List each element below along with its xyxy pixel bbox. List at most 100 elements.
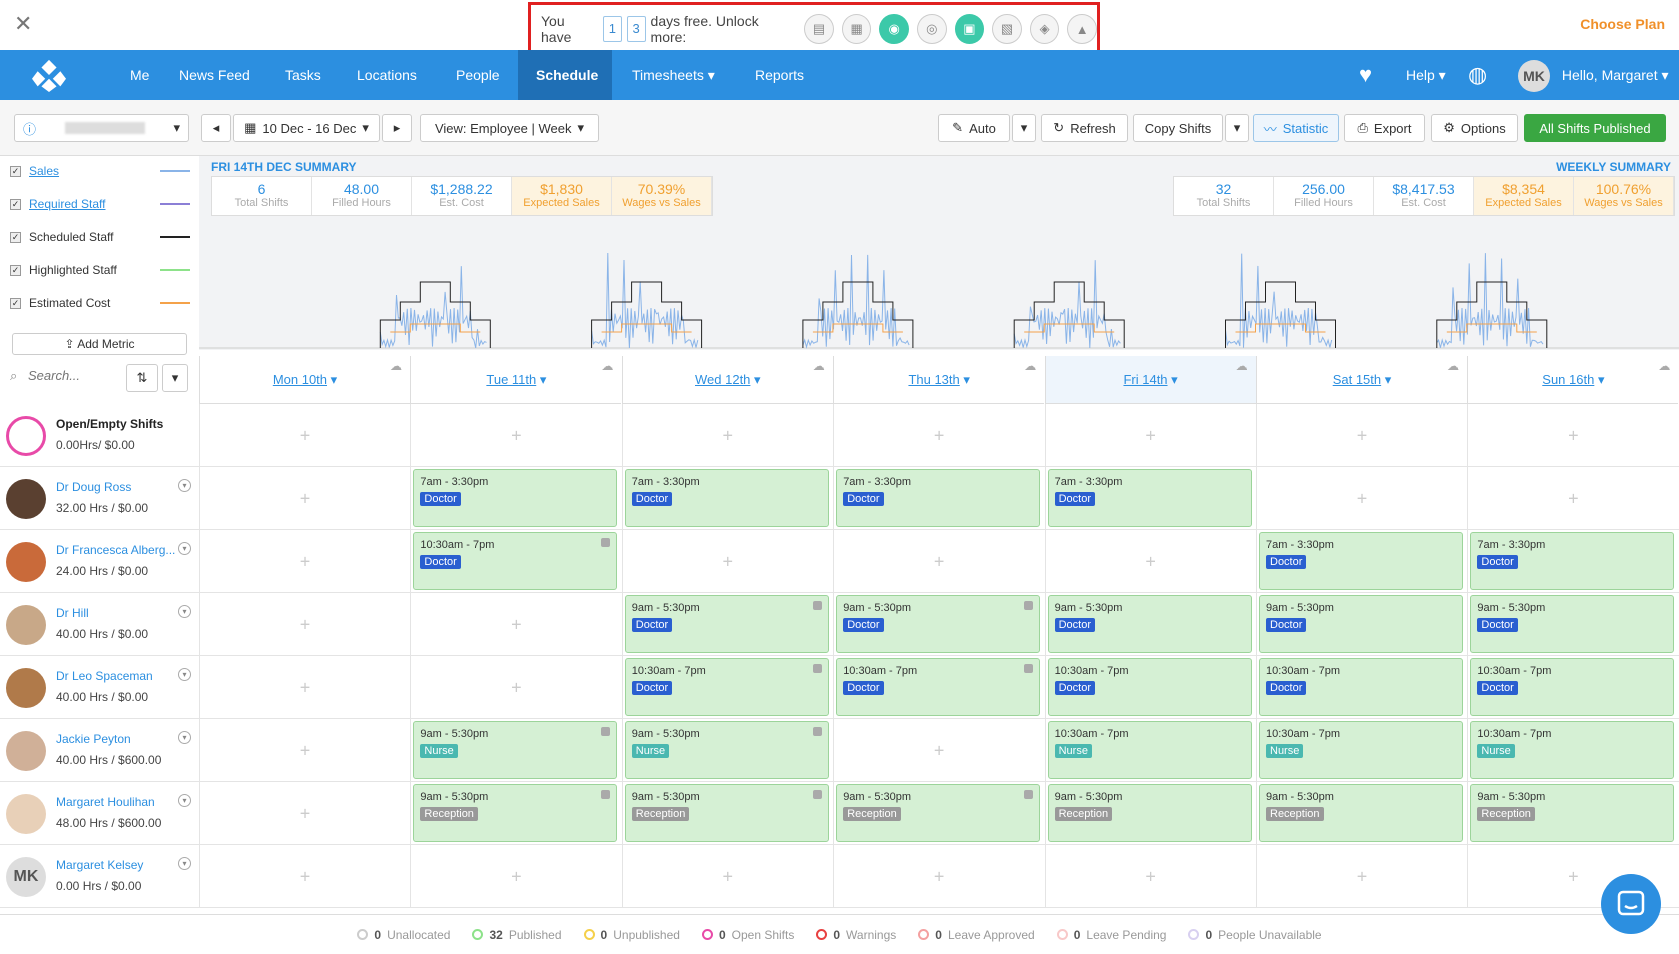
day-cell[interactable]: + [1044,530,1256,593]
gift-icon[interactable]: ▤ [804,14,834,44]
add-shift-icon[interactable]: + [511,677,522,698]
shift-block[interactable]: 9am - 5:30pm Reception [1470,784,1675,842]
thumbs-up-icon[interactable]: ▲ [1067,14,1097,44]
chevron-down-icon[interactable]: ▾ [178,794,191,807]
day-cell[interactable]: + [833,404,1044,467]
chevron-down-icon[interactable]: ▾ [178,479,191,492]
employee-name[interactable]: Dr Doug Ross [56,480,181,494]
shift-block[interactable]: 7am - 3:30pm Doctor [1470,532,1675,590]
checkbox-icon[interactable]: ✓ [10,231,21,243]
checkbox-icon[interactable]: ✓ [10,198,21,210]
employee-name[interactable]: Dr Francesca Alberg... [56,543,181,557]
day-cell[interactable]: 7am - 3:30pm Doctor [621,467,833,530]
day-cell[interactable]: + [833,845,1044,908]
nav-reports[interactable]: Reports [737,50,822,100]
add-shift-icon[interactable]: + [1145,866,1156,887]
day-header-link[interactable]: Thu 13th [908,372,959,387]
shift-block[interactable]: 9am - 5:30pm Nurse [624,721,829,779]
day-cell[interactable]: 9am - 5:30pm Doctor [833,593,1044,656]
add-shift-icon[interactable]: + [1357,866,1368,887]
chat-feature-icon[interactable]: ◉ [879,14,910,44]
app-logo-icon[interactable] [30,58,68,92]
shift-block[interactable]: 9am - 5:30pm Reception [1259,784,1463,842]
chevron-down-icon[interactable]: ▾ [178,605,191,618]
add-shift-icon[interactable]: + [1357,488,1368,509]
shift-block[interactable]: 10:30am - 7pm Nurse [1470,721,1675,779]
day-cell[interactable]: 10:30am - 7pm Doctor [1256,656,1467,719]
newsfeed-icon[interactable]: ▦ [841,14,872,44]
nav-news-feed[interactable]: News Feed [161,50,268,100]
day-cell[interactable]: 9am - 5:30pm Reception [410,782,621,845]
day-cell[interactable]: 10:30am - 7pm Doctor [1044,656,1256,719]
shift-block[interactable]: 9am - 5:30pm Doctor [1470,595,1675,653]
day-cell[interactable]: + [621,530,833,593]
day-cell[interactable]: 9am - 5:30pm Reception [1044,782,1256,845]
employee-name[interactable]: Jackie Peyton [56,732,181,746]
day-cell[interactable]: 10:30am - 7pm Nurse [1044,719,1256,782]
add-shift-icon[interactable]: + [300,803,311,824]
day-cell[interactable]: 7am - 3:30pm Doctor [1256,530,1467,593]
shift-block[interactable]: 10:30am - 7pm Doctor [1047,658,1252,716]
day-cell[interactable]: + [1044,845,1256,908]
day-cell[interactable]: + [199,530,410,593]
options-button[interactable]: ⚙ Options [1431,114,1518,142]
sort-button[interactable]: ⇅ [126,364,158,392]
metric-label[interactable]: Sales [29,164,152,178]
user-menu[interactable]: MK Hello, Margaret ▾ [1518,50,1669,100]
day-cell[interactable]: + [1044,404,1256,467]
shift-block[interactable]: 7am - 3:30pm Doctor [1259,532,1463,590]
shift-block[interactable]: 9am - 5:30pm Doctor [836,595,1041,653]
day-cell[interactable]: 9am - 5:30pm Reception [833,782,1044,845]
day-header-link[interactable]: Sat 15th [1333,372,1381,387]
shift-block[interactable]: 7am - 3:30pm Doctor [624,469,829,527]
chevron-down-icon[interactable]: ▾ [178,668,191,681]
day-header[interactable]: Sat 15th ▾ ☁ [1256,356,1467,404]
add-shift-icon[interactable]: + [511,425,522,446]
day-cell[interactable]: 9am - 5:30pm Nurse [621,719,833,782]
day-cell[interactable]: 9am - 5:30pm Reception [1256,782,1467,845]
add-shift-icon[interactable]: + [1357,425,1368,446]
day-header[interactable]: Thu 13th ▾ ☁ [833,356,1045,404]
location-select[interactable]: ⓘ ▾ [14,114,189,142]
statistic-button[interactable]: 〰 Statistic [1253,114,1339,142]
shift-block[interactable]: 10:30am - 7pm Nurse [1047,721,1252,779]
day-cell[interactable]: 7am - 3:30pm Doctor [410,467,621,530]
day-header[interactable]: Fri 14th ▾ ☁ [1044,356,1256,404]
shift-block[interactable]: 10:30am - 7pm Doctor [1259,658,1463,716]
shift-block[interactable]: 9am - 5:30pm Doctor [1047,595,1252,653]
day-cell[interactable]: + [1467,467,1678,530]
view-select[interactable]: View: Employee | Week ▾ [420,114,599,142]
day-header-link[interactable]: Sun 16th [1542,372,1594,387]
add-shift-icon[interactable]: + [300,614,311,635]
day-header[interactable]: Tue 11th ▾ ☁ [410,356,622,404]
shift-block[interactable]: 10:30am - 7pm Doctor [413,532,618,590]
chevron-down-icon[interactable]: ▾ [178,731,191,744]
metric-row[interactable]: ✓ Sales [10,164,190,178]
shift-block[interactable]: 9am - 5:30pm Reception [836,784,1041,842]
day-cell[interactable]: 9am - 5:30pm Doctor [1256,593,1467,656]
copy-dropdown-button[interactable]: ▾ [1225,114,1249,142]
day-cell[interactable]: + [1256,467,1467,530]
shift-block[interactable]: 9am - 5:30pm Doctor [1259,595,1463,653]
day-cell[interactable]: + [199,719,410,782]
checkbox-icon[interactable]: ✓ [10,165,21,177]
day-cell[interactable]: + [199,782,410,845]
shift-block[interactable]: 10:30am - 7pm Doctor [836,658,1041,716]
globe-icon[interactable]: ◍ [1468,50,1487,100]
day-cell[interactable]: + [833,530,1044,593]
refresh-button[interactable]: ↻ Refresh [1041,114,1128,142]
day-cell[interactable]: + [199,467,410,530]
metric-row[interactable]: ✓ Estimated Cost [10,296,190,310]
nav-people[interactable]: People [438,50,518,100]
shift-block[interactable]: 7am - 3:30pm Doctor [836,469,1041,527]
next-week-button[interactable]: ▸ [382,114,412,142]
day-cell[interactable]: 9am - 5:30pm Reception [621,782,833,845]
day-cell[interactable]: + [410,593,621,656]
auto-dropdown-button[interactable]: ▾ [1012,114,1036,142]
checkbox-icon[interactable]: ✓ [10,297,21,309]
add-metric-button[interactable]: ⇪ Add Metric [12,333,187,355]
day-cell[interactable]: + [1256,404,1467,467]
close-icon[interactable]: ✕ [14,12,32,37]
metric-row[interactable]: ✓ Required Staff [10,197,190,211]
day-cell[interactable]: 9am - 5:30pm Doctor [621,593,833,656]
